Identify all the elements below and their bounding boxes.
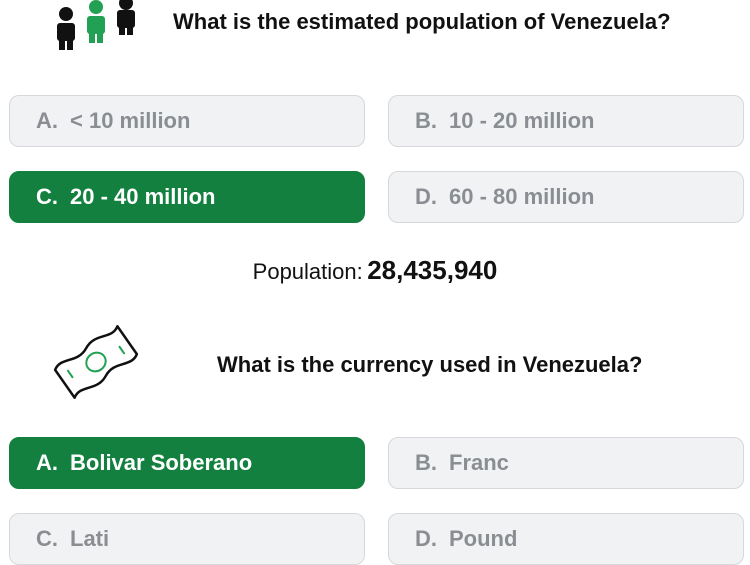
option-letter: C. (36, 184, 58, 209)
question-2-text: What is the currency used in Venezuela? (217, 352, 643, 377)
option-text: Bolivar Soberano (70, 450, 253, 475)
population-stat: Population: 28,435,940 (0, 255, 750, 286)
option-text: Lati (70, 526, 110, 551)
question-1-text: What is the estimated population of Vene… (173, 9, 671, 34)
banknote-icon (50, 315, 142, 415)
option-text: < 10 million (70, 108, 191, 133)
option-b[interactable]: B. 10 - 20 million (388, 95, 744, 147)
option-letter: B. (415, 108, 437, 133)
people-icon (52, 0, 142, 57)
question-1-options: A. < 10 million B. 10 - 20 million C. 20… (9, 95, 744, 223)
option-d[interactable]: D. 60 - 80 million (388, 171, 744, 223)
population-label: Population: (252, 259, 363, 284)
option-text: 20 - 40 million (70, 184, 216, 209)
option-c[interactable]: C. Lati (9, 513, 365, 565)
option-d[interactable]: D. Pound (388, 513, 744, 565)
population-value: 28,435,940 (367, 255, 498, 285)
option-letter: B. (415, 450, 437, 475)
option-text: 10 - 20 million (449, 108, 595, 133)
option-b[interactable]: B. Franc (388, 437, 744, 489)
question-2-header: What is the currency used in Venezuela? (0, 315, 750, 410)
option-letter: C. (36, 526, 58, 551)
question-1-header: What is the estimated population of Vene… (0, 0, 750, 50)
option-text: Pound (449, 526, 518, 551)
option-text: 60 - 80 million (449, 184, 595, 209)
option-letter: D. (415, 526, 437, 551)
option-a[interactable]: A. < 10 million (9, 95, 365, 147)
option-text: Franc (449, 450, 509, 475)
question-2-options: A. Bolivar Soberano B. Franc C. Lati D. … (9, 437, 744, 565)
option-a[interactable]: A. Bolivar Soberano (9, 437, 365, 489)
option-letter: A. (36, 108, 58, 133)
option-c[interactable]: C. 20 - 40 million (9, 171, 365, 223)
option-letter: D. (415, 184, 437, 209)
option-letter: A. (36, 450, 58, 475)
